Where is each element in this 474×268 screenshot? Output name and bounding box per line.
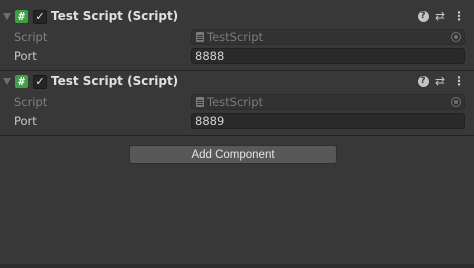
help-icon[interactable]: ? (416, 74, 430, 88)
help-glyph: ? (417, 75, 429, 87)
port-property-row: Port 8888 (0, 47, 474, 66)
help-glyph: ? (417, 10, 429, 22)
script-object-field: TestScript (191, 29, 465, 45)
port-value: 8888 (195, 49, 225, 63)
component-enabled-checkbox[interactable]: ✓ (33, 75, 47, 89)
port-input[interactable]: 8889 (191, 113, 465, 129)
script-label: Script (14, 95, 48, 109)
script-file-icon (196, 32, 204, 42)
foldout-arrow-icon[interactable] (3, 78, 11, 85)
script-property-row: Script TestScript (0, 93, 474, 112)
inspector-panel: # ✓ Test Script (Script) ? ⇄ ⋮ Script Te… (0, 0, 474, 268)
script-value: TestScript (207, 95, 264, 109)
component-header[interactable]: # ✓ Test Script (Script) ? ⇄ ⋮ (0, 71, 474, 93)
port-property-row: Port 8889 (0, 112, 474, 131)
object-picker-icon (451, 32, 461, 42)
script-value: TestScript (207, 30, 264, 44)
script-label: Script (14, 30, 48, 44)
test-script-component: # ✓ Test Script (Script) ? ⇄ ⋮ Script Te… (0, 71, 474, 136)
presets-icon[interactable]: ⇄ (433, 9, 447, 23)
component-enabled-checkbox[interactable]: ✓ (33, 10, 47, 24)
presets-icon[interactable]: ⇄ (433, 74, 447, 88)
add-component-button[interactable]: Add Component (129, 145, 337, 164)
bottom-strip (0, 264, 474, 268)
object-picker-icon (451, 97, 461, 107)
port-value: 8889 (195, 114, 225, 128)
csharp-script-icon: # (15, 10, 28, 23)
port-input[interactable]: 8888 (191, 48, 465, 64)
test-script-component: # ✓ Test Script (Script) ? ⇄ ⋮ Script Te… (0, 6, 474, 71)
context-menu-icon[interactable]: ⋮ (452, 74, 466, 88)
foldout-arrow-icon[interactable] (3, 13, 11, 20)
component-title: Test Script (Script) (51, 74, 179, 88)
component-title: Test Script (Script) (51, 9, 179, 23)
help-icon[interactable]: ? (416, 9, 430, 23)
context-menu-icon[interactable]: ⋮ (452, 9, 466, 23)
script-property-row: Script TestScript (0, 28, 474, 47)
csharp-script-icon: # (15, 75, 28, 88)
component-header[interactable]: # ✓ Test Script (Script) ? ⇄ ⋮ (0, 6, 474, 28)
port-label: Port (14, 114, 37, 128)
port-label: Port (14, 49, 37, 63)
script-file-icon (196, 97, 204, 107)
component-divider (0, 135, 474, 136)
script-object-field: TestScript (191, 94, 465, 110)
